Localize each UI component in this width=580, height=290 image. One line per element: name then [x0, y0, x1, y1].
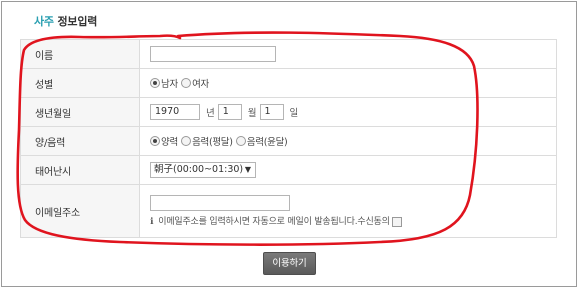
title-rest: 정보입력 — [57, 15, 98, 28]
email-label: 이메일주소 — [20, 184, 140, 238]
calendar-leap-radio[interactable] — [235, 136, 246, 146]
birth-day-input[interactable]: 1 — [259, 104, 284, 120]
info-icon: ℹ — [150, 217, 154, 227]
birthtime-select[interactable]: 朝子(00:00~01:30) ▼ — [150, 162, 256, 178]
email-info-text: 이메일주소를 입력하시면 자동으로 메일이 발송됩니다. — [158, 217, 358, 227]
gender-female-label: 여자 — [192, 79, 209, 90]
calendar-leap-label: 음력(윤달) — [246, 137, 288, 148]
form-row-email: 이메일주소 ℹ 이메일주소를 입력하시면 자동으로 메일이 발송됩니다.수신동의 — [20, 184, 557, 238]
consent-label: 수신동의 — [357, 217, 390, 227]
form-row-calendar: 양/음력 양력 음력(평달) 음력(윤달) — [20, 126, 557, 156]
birthtime-label: 태어난시 — [20, 155, 140, 185]
name-input[interactable] — [150, 46, 276, 62]
birth-year-input[interactable]: 1970 — [150, 104, 200, 120]
calendar-solar-radio[interactable] — [150, 136, 160, 146]
month-unit: 월 — [247, 108, 257, 119]
calendar-label: 양/음력 — [20, 126, 140, 156]
birthtime-value: 朝子(00:00~01:30) — [154, 164, 244, 175]
gender-male-radio[interactable] — [150, 78, 160, 88]
birthdate-label: 생년월일 — [20, 97, 140, 127]
calendar-lunar-label: 음력(평달) — [192, 137, 233, 148]
gender-male-label: 남자 — [161, 79, 178, 90]
form-row-gender: 성별 남자 여자 — [20, 68, 557, 98]
year-unit: 년 — [206, 108, 215, 119]
gender-female-radio[interactable] — [181, 78, 192, 88]
form-row-birthtime: 태어난시 朝子(00:00~01:30) ▼ — [20, 155, 557, 185]
gender-label: 성별 — [20, 68, 140, 98]
info-form-table: 이름 성별 남자 여자 생년월일 1970 년 1 월 1 일 양/음력 양력 음력(평달… — [20, 39, 557, 238]
name-label: 이름 — [20, 39, 140, 69]
calendar-solar-label: 양력 — [161, 137, 178, 148]
page-title: 사주 정보입력 — [34, 13, 97, 29]
email-input[interactable] — [150, 195, 290, 211]
birth-month-input[interactable]: 1 — [217, 104, 242, 120]
email-info: ℹ 이메일주소를 입력하시면 자동으로 메일이 발송됩니다.수신동의 — [150, 214, 402, 227]
submit-button[interactable]: 이용하기 — [263, 252, 316, 275]
calendar-lunar-radio[interactable] — [181, 136, 192, 146]
chevron-down-icon: ▼ — [244, 165, 251, 174]
form-row-birthdate: 생년월일 1970 년 1 월 1 일 — [20, 97, 557, 127]
consent-checkbox[interactable] — [391, 216, 402, 227]
form-row-name: 이름 — [20, 39, 557, 69]
title-accent: 사주 — [34, 15, 54, 28]
day-unit: 일 — [289, 108, 299, 119]
